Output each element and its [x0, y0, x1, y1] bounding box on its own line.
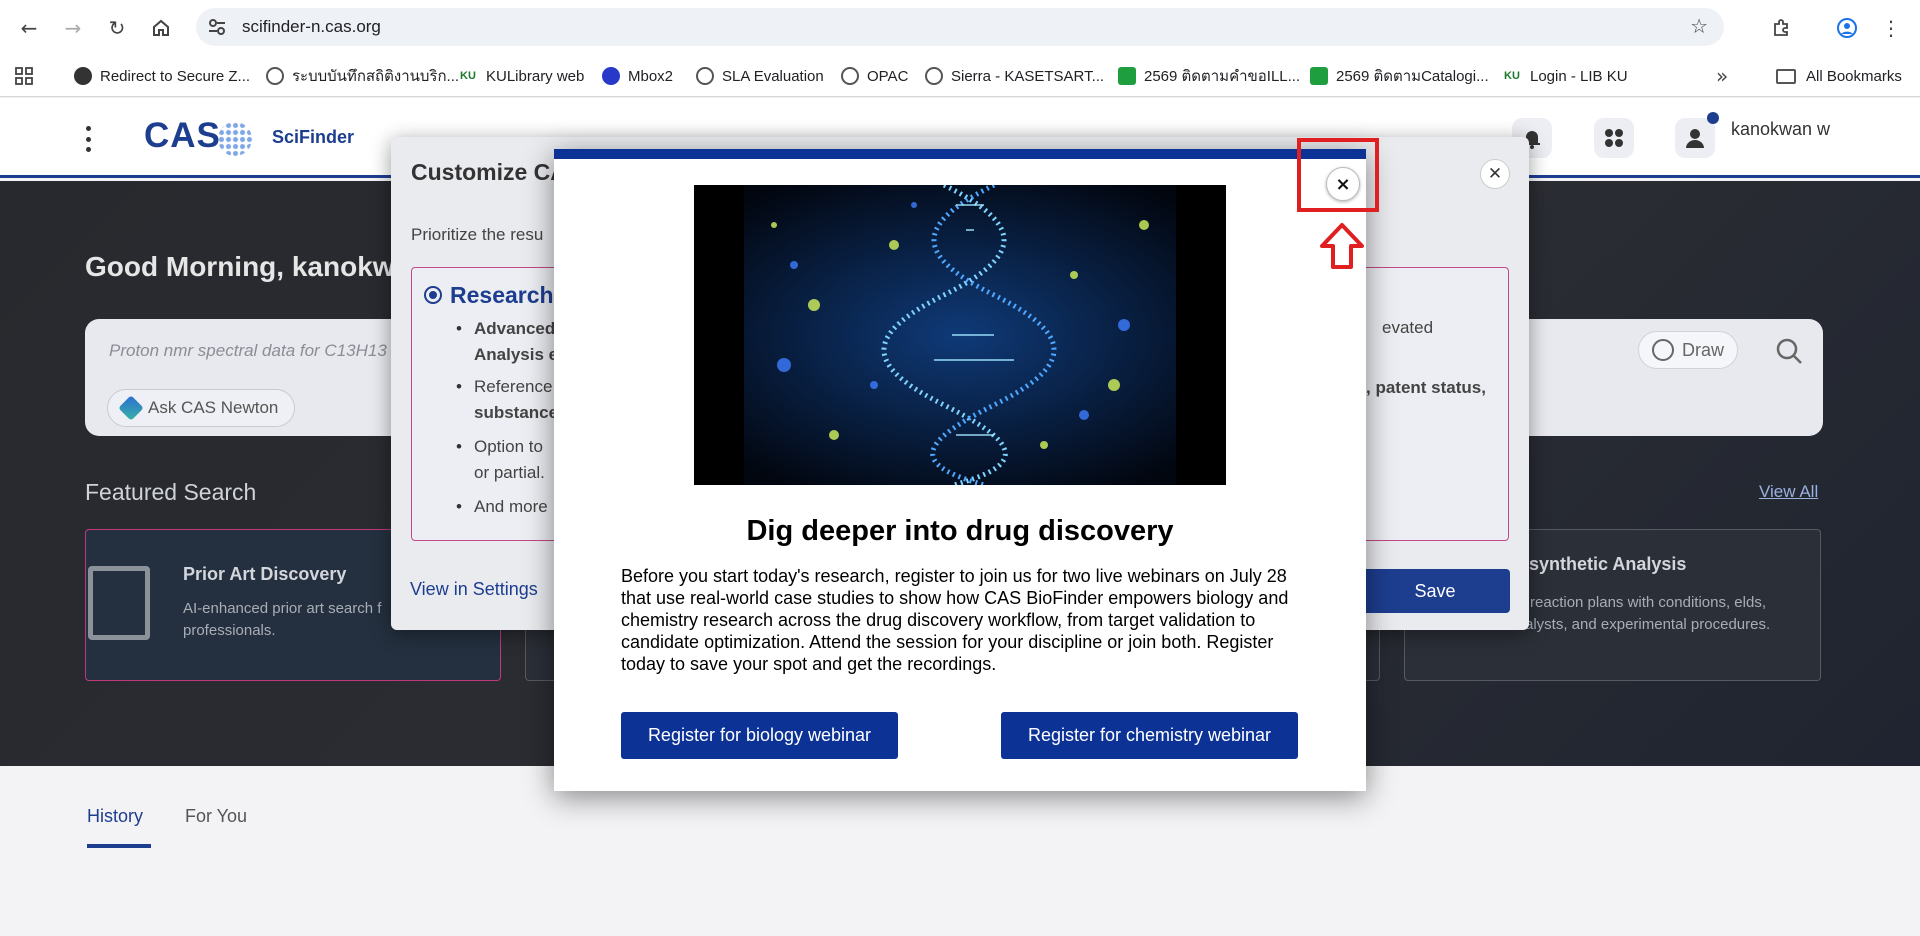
bookmark-item[interactable]: KU KULibrary web: [458, 64, 584, 88]
option-bullet: Option toor partial.: [456, 434, 545, 486]
user-name[interactable]: kanokwan w: [1731, 118, 1831, 140]
promo-body: Before you start today's research, regis…: [621, 566, 1289, 674]
globe-icon: [696, 67, 714, 85]
greeting: Good Morning, kanokw: [85, 251, 395, 282]
tab-for-you[interactable]: For You: [185, 806, 247, 827]
option-text-right: , patent status,: [1366, 378, 1486, 397]
draw-icon: [1651, 339, 1674, 361]
ku-icon: KU: [458, 67, 478, 85]
bookmark-label: SLA Evaluation: [722, 67, 824, 85]
home-tabs: History For You: [0, 766, 1920, 936]
site-info-icon[interactable]: [208, 18, 226, 36]
cas-logo[interactable]: CAS: [144, 116, 221, 156]
bookmark-label: 2569 ติดตามคำขอILL...: [1144, 68, 1301, 85]
sheets-icon: [1310, 67, 1328, 85]
view-all-link[interactable]: View All: [1759, 482, 1818, 502]
featured-search-heading: Featured Search: [85, 479, 257, 505]
promo-popup: × Dig deeper into drug discovery Before …: [554, 149, 1366, 791]
bookmark-item[interactable]: ระบบบันทึกสถิติงานบริก...: [266, 64, 459, 88]
bookmark-label: Redirect to Secure Z...: [100, 67, 251, 85]
bookmark-item[interactable]: OPAC: [841, 64, 908, 88]
notification-dot: [1707, 112, 1719, 124]
browser-toolbar: ← → ↻ scifinder-n.cas.org ☆ ⋮: [0, 0, 1920, 55]
search-input[interactable]: Proton nmr spectral data for C13H13: [109, 341, 387, 361]
bookmark-item[interactable]: KU Login - LIB KU: [1502, 64, 1628, 88]
feature-card-title: trosynthetic Analysis: [1505, 554, 1687, 574]
app-switcher-icon[interactable]: [1594, 118, 1634, 158]
address-bar[interactable]: scifinder-n.cas.org ☆: [196, 8, 1724, 46]
feature-card-title: Prior Art Discovery: [183, 564, 347, 584]
browser-menu-icon[interactable]: ⋮: [1876, 13, 1906, 43]
profile-icon[interactable]: [1832, 13, 1862, 43]
option-text-right: evated: [1382, 318, 1434, 337]
register-chemistry-button[interactable]: Register for chemistry webinar: [1001, 712, 1298, 759]
bookmark-item[interactable]: SLA Evaluation: [696, 64, 824, 88]
annotation-up-arrow-icon: [1320, 223, 1364, 269]
reload-icon[interactable]: ↻: [102, 13, 132, 43]
dark-circle-icon: [74, 67, 92, 85]
extensions-icon[interactable]: [1766, 13, 1796, 43]
more-bookmarks-icon[interactable]: »: [1716, 64, 1728, 88]
bookmark-label: ระบบบันทึกสถิติงานบริก...: [292, 68, 460, 85]
cas-logo-mark-icon: [218, 122, 252, 156]
all-bookmarks[interactable]: All Bookmarks: [1776, 64, 1902, 88]
url-text[interactable]: scifinder-n.cas.org: [242, 17, 381, 37]
save-button[interactable]: Save: [1360, 569, 1510, 613]
active-tab-indicator: [87, 844, 151, 848]
feature-card-desc: ate reaction plans with conditions, elds…: [1505, 594, 1771, 633]
bookmark-item[interactable]: Redirect to Secure Z...: [74, 64, 250, 88]
all-bookmarks-label: All Bookmarks: [1806, 67, 1902, 85]
bookmark-label: 2569 ติดตามCatalogi...: [1336, 68, 1489, 85]
bookmark-label: Mbox2: [628, 67, 674, 85]
option-title: Research: [450, 282, 554, 308]
search-icon[interactable]: [1775, 337, 1803, 365]
promo-title: Dig deeper into drug discovery: [746, 515, 1174, 547]
bookmark-label: Sierra - KASETSART...: [951, 67, 1105, 85]
bookmark-star-icon[interactable]: ☆: [1690, 14, 1708, 38]
option-bullet: AdvancedAnalysis e: [456, 316, 558, 368]
dna-helix-image: [694, 185, 1226, 485]
bookmark-item[interactable]: 2569 ติดตามคำขอILL...: [1118, 64, 1300, 88]
sheets-icon: [1118, 67, 1136, 85]
close-icon[interactable]: ✕: [1480, 159, 1510, 189]
annotation-highlight-box: [1297, 138, 1379, 212]
option-bullet: Referencesubstance: [456, 374, 558, 426]
bookmark-label: KULibrary web: [486, 67, 585, 85]
bookmark-label: Login - LIB KU: [1530, 67, 1628, 85]
bookmark-item[interactable]: Sierra - KASETSART...: [925, 64, 1104, 88]
newton-label: Ask CAS Newton: [148, 398, 279, 417]
forward-icon[interactable]: →: [58, 13, 88, 43]
tab-history[interactable]: History: [87, 806, 143, 827]
globe-icon: [266, 67, 284, 85]
bookmark-item[interactable]: 2569 ติดตามCatalogi...: [1310, 64, 1489, 88]
back-icon[interactable]: ←: [14, 13, 44, 43]
folder-icon: [1776, 68, 1796, 84]
mbox-icon: [602, 67, 620, 85]
bookmarks-bar: Redirect to Secure Z... ระบบบันทึกสถิติง…: [0, 55, 1920, 97]
bookmark-item[interactable]: Mbox2: [602, 64, 673, 88]
ask-cas-newton-button[interactable]: Ask CAS Newton: [107, 389, 295, 427]
document-sparkle-icon: [88, 566, 150, 640]
user-avatar-icon[interactable]: [1675, 112, 1719, 158]
ku-icon: KU: [1502, 67, 1522, 85]
dialog-title: Customize CA: [411, 159, 567, 185]
product-name: SciFinder: [272, 127, 355, 147]
feature-card-desc: AI-enhanced prior art search f professio…: [183, 600, 382, 639]
option-bullet: And more: [456, 494, 548, 520]
register-biology-button[interactable]: Register for biology webinar: [621, 712, 898, 759]
main-menu-icon[interactable]: [82, 126, 94, 152]
apps-grid-icon[interactable]: [14, 64, 34, 88]
globe-icon: [841, 67, 859, 85]
draw-label: Draw: [1681, 339, 1724, 360]
bookmark-label: OPAC: [867, 67, 909, 85]
draw-button[interactable]: Draw: [1638, 331, 1738, 369]
globe-icon: [925, 67, 943, 85]
dialog-subtitle: Prioritize the resu: [411, 225, 544, 244]
home-icon[interactable]: [146, 13, 176, 43]
promo-top-bar: [554, 149, 1366, 159]
newton-icon: [118, 395, 144, 421]
view-in-settings-link[interactable]: View in Settings: [410, 579, 538, 600]
research-radio[interactable]: [424, 286, 442, 304]
